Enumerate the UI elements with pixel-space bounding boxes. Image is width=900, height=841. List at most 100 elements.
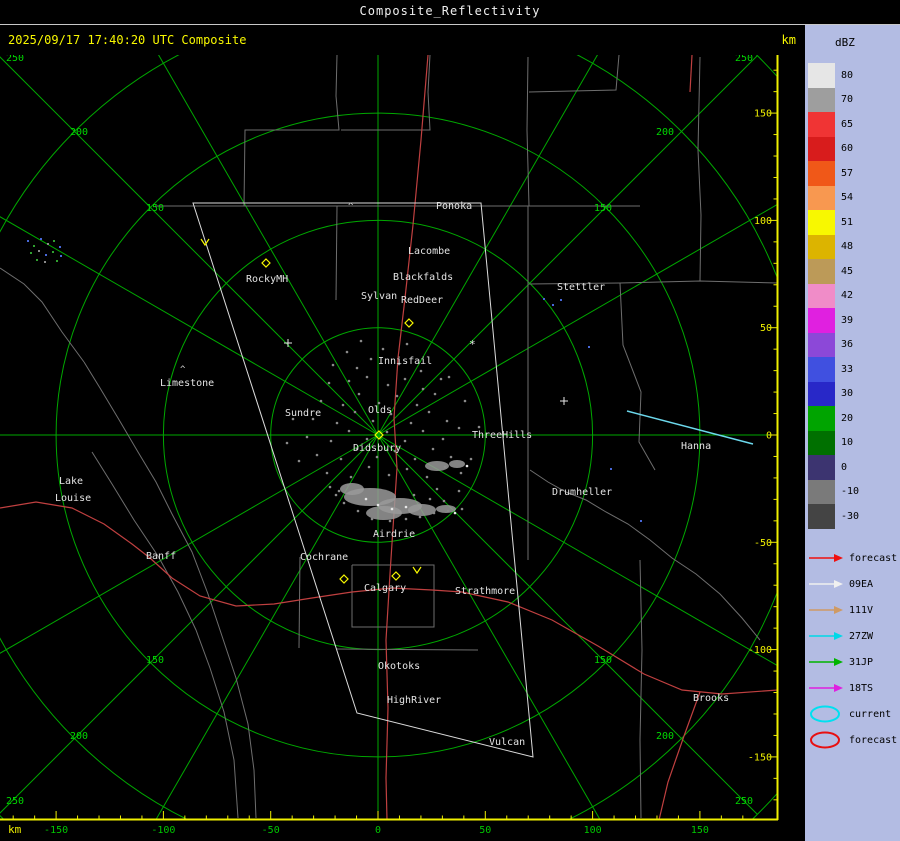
- city-label: RockyMH: [246, 274, 288, 285]
- coverage-sector-outline: [192, 202, 534, 758]
- echo-dot: [404, 517, 408, 521]
- colorbar-value: 36: [841, 339, 854, 351]
- legend-label: current: [849, 708, 892, 720]
- city-label: Drumheller: [552, 487, 612, 498]
- city-label: Sundre: [285, 408, 321, 419]
- colorbar-value: 30: [841, 388, 854, 400]
- echo-dot: [403, 377, 407, 381]
- colorbar-value: -10: [841, 486, 860, 498]
- legend-arrow-icon: [809, 684, 843, 692]
- colorbar-entry: 48: [808, 234, 859, 259]
- legend-item: forecast: [808, 727, 900, 753]
- colorbar-value: 45: [841, 265, 854, 277]
- clutter-speckle: [53, 240, 55, 242]
- county-boundary: [528, 55, 620, 93]
- echo-dot: [421, 387, 425, 391]
- bottom-axis-tick-label: 50: [479, 825, 491, 836]
- azimuth-line: [155, 434, 379, 820]
- echo-dot: [315, 453, 319, 457]
- azimuth-line: [377, 434, 778, 667]
- legend-arrow-icon: [809, 658, 843, 666]
- clutter-speckle: [27, 240, 29, 242]
- echo-dot: [349, 475, 353, 479]
- echo-dot: [435, 487, 439, 491]
- echo-dot: [334, 493, 338, 497]
- legend-label: forecast: [849, 734, 898, 746]
- echo-dot: [328, 485, 332, 489]
- colorbar-entry: 45: [808, 259, 859, 284]
- right-axis-tick-label: -50: [754, 538, 772, 549]
- echo-dot: [337, 489, 341, 493]
- city-label: Sylvan: [361, 291, 397, 302]
- clutter-speckle: [44, 261, 46, 263]
- lake-dot: [560, 299, 562, 301]
- echo-dot: [386, 383, 390, 387]
- county-boundary: [619, 282, 656, 471]
- legend-arrow-icon: [809, 580, 843, 588]
- city-label: Calgary: [364, 583, 406, 594]
- axis-unit-bottom: km: [8, 823, 22, 836]
- colorbar-value: 42: [841, 290, 854, 302]
- echo-bright-dot: [404, 505, 408, 509]
- city-label: Olds: [368, 405, 392, 416]
- colorbar-entry: 60: [808, 136, 859, 161]
- colorbar-chip: [808, 210, 835, 235]
- echo-dot: [457, 489, 461, 493]
- bottom-axis-tick-label: -150: [44, 825, 68, 836]
- legend-item: 31JP: [808, 649, 900, 675]
- echo-dot: [381, 347, 385, 351]
- colorbar-value: 65: [841, 118, 854, 130]
- echo-dot: [346, 483, 350, 487]
- city-label: Limestone: [160, 378, 214, 389]
- city-label: ThreeHills: [472, 430, 532, 441]
- ring-distance-label: 250: [735, 796, 753, 807]
- county-boundary: [341, 55, 431, 131]
- legend-item: 09EA: [808, 571, 900, 597]
- colorbar-chip: [808, 479, 835, 504]
- echo-dot: [345, 350, 349, 354]
- legend-arrow-icon: [809, 632, 843, 640]
- echo-dot: [353, 410, 357, 414]
- echo-bright-dot: [376, 503, 380, 507]
- county-boundary: [91, 451, 239, 819]
- bottom-axis-tick-label: -50: [262, 825, 280, 836]
- radar-map[interactable]: 150 200 250 150 200 250 150 200 250 150 200 250 Pono…: [0, 0, 780, 841]
- colorbar-entry: 80: [808, 63, 859, 88]
- echo-dot: [428, 497, 432, 501]
- echo-dot: [339, 457, 343, 461]
- colorbar-chip: [808, 308, 835, 333]
- ring-distance-label: 150: [594, 655, 612, 666]
- echo-dot: [285, 441, 289, 445]
- city-label: Okotoks: [378, 661, 420, 672]
- colorbar-entry: -30: [808, 504, 859, 529]
- azimuth-line: [0, 434, 379, 814]
- echo-dot: [395, 394, 399, 398]
- county-boundary: [639, 559, 643, 819]
- right-axis-tick-label: 150: [754, 109, 772, 120]
- colorbar-entry: 54: [808, 185, 859, 210]
- echo-dot: [427, 410, 431, 414]
- echo-dot: [442, 499, 446, 503]
- legend-arrow-icon: [809, 606, 843, 614]
- lake-dot: [610, 468, 612, 470]
- city-label: Vulcan: [489, 737, 525, 748]
- lake-dot: [588, 346, 590, 348]
- echo-dot: [447, 375, 451, 379]
- legend-label: 27ZW: [849, 630, 874, 642]
- echo-bright-dot: [465, 464, 469, 468]
- echo-dot: [443, 465, 447, 469]
- echo-dot: [305, 435, 309, 439]
- echo-dot: [357, 392, 361, 396]
- echo-dot: [459, 471, 463, 475]
- colorbar-entry: 0: [808, 455, 859, 480]
- right-axis-tick-label: -150: [748, 752, 772, 763]
- radar-site-diamond-icon: [339, 574, 349, 584]
- right-axis-tick-label: 100: [754, 216, 772, 227]
- echo-dot: [405, 342, 409, 346]
- echo-dot: [449, 455, 453, 459]
- lake-dot: [552, 304, 554, 306]
- echo-dot: [387, 473, 391, 477]
- echo-dot: [431, 447, 435, 451]
- colorbar-chip: [808, 283, 835, 308]
- right-axis-tick-label: -100: [748, 645, 772, 656]
